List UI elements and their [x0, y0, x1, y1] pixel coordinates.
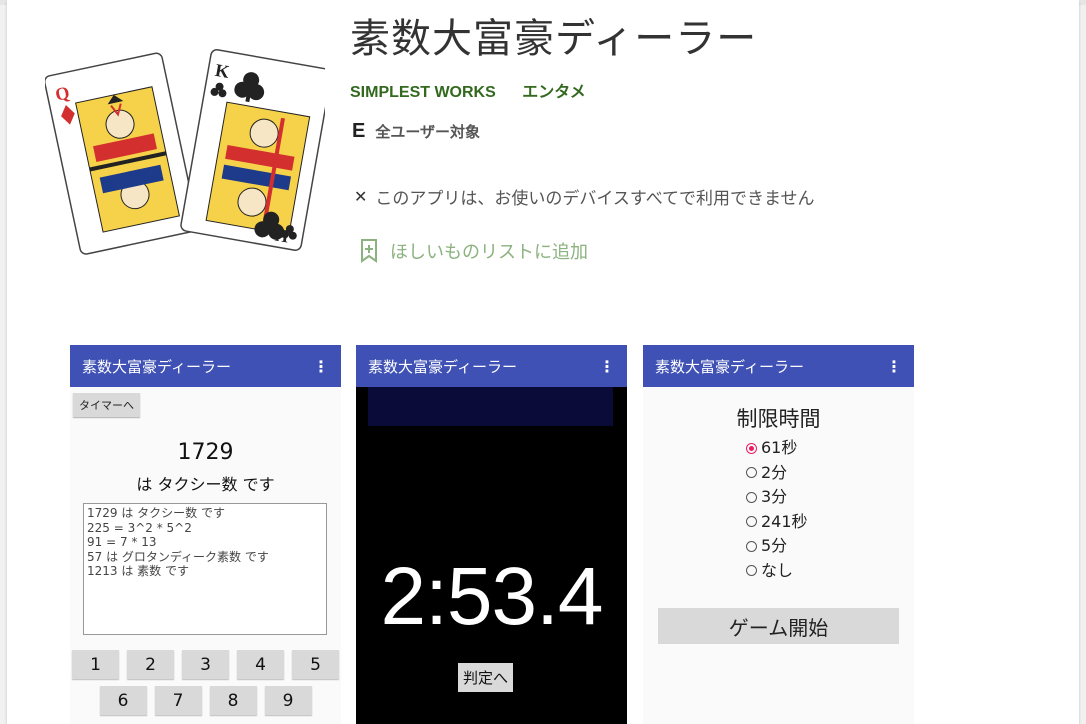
log-line: 57 は グロタンディーク素数 です: [87, 549, 269, 564]
more-vert-icon: ⋮: [599, 356, 615, 376]
screenshot-2[interactable]: 素数大富豪ディーラー ⋮ 2:53.4 判定へ: [356, 345, 627, 724]
wishlist-label: ほしいものリストに追加: [390, 242, 588, 263]
time-limit-heading: 制限時間: [736, 407, 821, 431]
screenshot-appbar: 素数大富豪ディーラー ⋮: [643, 345, 914, 387]
radio-option: なし: [746, 559, 808, 584]
screenshot-appbar: 素数大富豪ディーラー ⋮: [70, 345, 341, 387]
header-strip: [368, 387, 613, 426]
app-meta: SIMPLEST WORKS エンタメ: [350, 78, 608, 102]
radio-label: 3分: [761, 487, 788, 506]
key-7: 7: [154, 686, 202, 715]
content-rating-label: 全ユーザー対象: [375, 123, 481, 141]
radio-option: 2分: [746, 461, 808, 486]
wishlist-button[interactable]: ほしいものリストに追加: [360, 238, 588, 264]
log-line: 91 = 7 * 13: [87, 535, 157, 549]
compatibility-notice: ✕ このアプリは、お使いのデバイスすべてで利用できません: [354, 184, 815, 209]
key-8: 8: [209, 686, 257, 715]
key-9: 9: [264, 686, 312, 715]
category-link[interactable]: エンタメ: [522, 84, 586, 101]
radio-option: 241秒: [746, 510, 808, 535]
radio-unselected-icon: [746, 467, 757, 479]
start-game-button: ゲーム開始: [658, 608, 899, 644]
log-line: 1729 は タクシー数 です: [87, 506, 225, 520]
more-vert-icon: ⋮: [886, 356, 902, 376]
radio-option: 3分: [746, 485, 808, 510]
app-title: 素数大富豪ディーラー: [350, 16, 758, 62]
compatibility-text: このアプリは、お使いのデバイスすべてで利用できません: [375, 189, 815, 209]
appbar-title: 素数大富豪ディーラー: [82, 357, 231, 376]
time-limit-options: 61秒 2分 3分 241秒 5分 なし: [746, 436, 808, 583]
timer-button: タイマーへ: [73, 393, 140, 417]
radio-unselected-icon: [746, 491, 757, 503]
countdown-clock: 2:53.4: [380, 551, 604, 642]
key-6: 6: [99, 686, 147, 715]
key-4: 4: [237, 650, 284, 679]
radio-label: なし: [761, 560, 794, 580]
log-line: 1213 は 素数 です: [87, 564, 189, 578]
radio-label: 241秒: [761, 511, 808, 531]
radio-option: 5分: [746, 534, 808, 559]
developer-link[interactable]: SIMPLEST WORKS: [350, 84, 496, 101]
more-vert-icon: ⋮: [313, 356, 329, 376]
radio-option: 61秒: [746, 436, 808, 461]
radio-unselected-icon: [746, 516, 757, 528]
judge-button: 判定へ: [458, 663, 514, 692]
bookmark-add-icon: [361, 239, 377, 263]
radio-label: 61秒: [761, 438, 798, 457]
screenshot-appbar: 素数大富豪ディーラー ⋮: [356, 345, 627, 387]
key-1: 1: [72, 650, 119, 679]
appbar-title: 素数大富豪ディーラー: [368, 357, 517, 376]
radio-label: 5分: [761, 536, 788, 555]
app-details-panel: Q K K 素数大富豪ディーラー SIMPLEST WORKS エンタメ E 全…: [7, 0, 1079, 724]
result-text: は タクシー数 です: [136, 475, 275, 494]
history-log: 1729 は タクシー数 です 225 = 3^2 * 5^2 91 = 7 *…: [83, 503, 327, 635]
key-3: 3: [182, 650, 229, 679]
screenshot-1[interactable]: 素数大富豪ディーラー ⋮ タイマーへ 1729 は タクシー数 です 1729 …: [70, 345, 341, 724]
radio-unselected-icon: [746, 565, 757, 577]
radio-label: 2分: [761, 462, 788, 482]
log-line: 225 = 3^2 * 5^2: [87, 520, 192, 535]
number-keypad: 1 2 3 4 5 6 7 8 9: [70, 650, 341, 722]
close-icon: ✕: [354, 187, 368, 206]
screenshot-3[interactable]: 素数大富豪ディーラー ⋮ 制限時間 61秒 2分 3分 241秒 5分 なし ゲ…: [643, 345, 914, 724]
key-2: 2: [127, 650, 174, 679]
radio-unselected-icon: [746, 540, 757, 552]
key-5: 5: [292, 650, 339, 679]
everyone-rating-icon: E: [352, 120, 366, 142]
app-icon: Q K K: [45, 49, 325, 255]
content-rating: E 全ユーザー対象: [352, 120, 480, 143]
result-number: 1729: [177, 440, 234, 465]
appbar-title: 素数大富豪ディーラー: [655, 357, 804, 376]
radio-selected-icon: [746, 442, 757, 454]
